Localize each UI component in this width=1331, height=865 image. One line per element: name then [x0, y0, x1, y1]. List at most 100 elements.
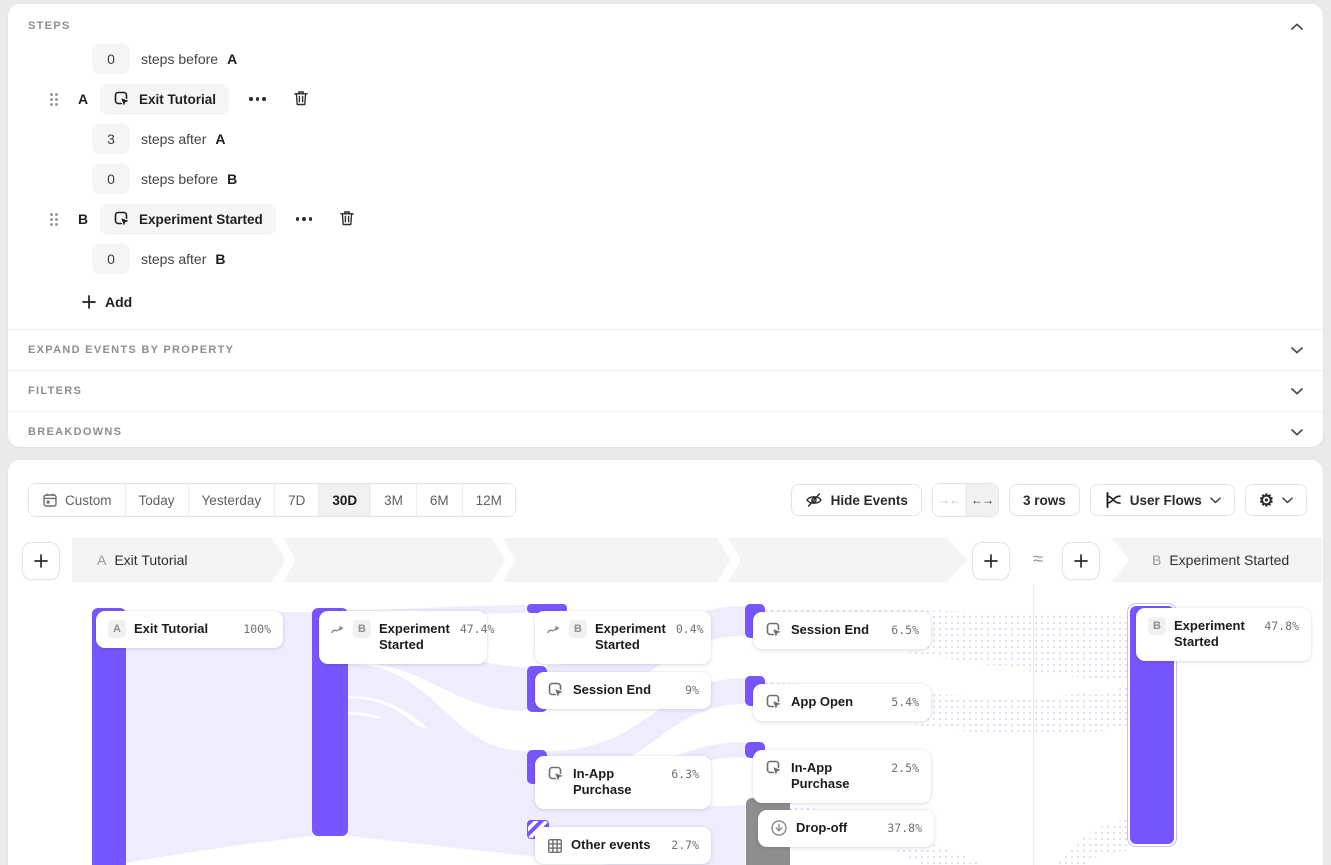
flow-node-percent: 2.5%	[891, 761, 919, 775]
date-7d-button[interactable]: 7D	[275, 484, 319, 516]
drag-handle-icon[interactable]	[50, 93, 58, 106]
flow-node-percent: 0.4%	[676, 622, 704, 636]
step-a-event-name: Exit Tutorial	[139, 92, 216, 107]
chevron-down-icon[interactable]	[1291, 388, 1303, 395]
add-step-button[interactable]: Add	[82, 290, 162, 314]
event-icon	[765, 759, 783, 777]
step-a-row: A Exit Tutorial	[50, 84, 1303, 114]
step-a-letter: A	[76, 91, 90, 107]
steps-before-b-row: 0 steps before B	[92, 164, 1303, 194]
trash-icon	[292, 89, 310, 107]
flow-node-exit-tutorial[interactable]: A Exit Tutorial 100%	[96, 611, 283, 648]
band-step-letter: A	[97, 552, 106, 568]
step-b-header-band[interactable]: B Experiment Started	[1110, 538, 1322, 582]
steps-title: STEPS	[28, 20, 71, 32]
step-a-more-button[interactable]	[245, 93, 270, 105]
rows-button[interactable]: 3 rows	[1009, 484, 1080, 516]
step-letter: A	[215, 131, 225, 147]
view-selector-button[interactable]: User Flows	[1090, 484, 1235, 516]
add-column-start-button[interactable]	[22, 542, 60, 580]
section-label: FILTERS	[28, 385, 82, 397]
step-b-delete-button[interactable]	[336, 207, 358, 232]
step-badge: A	[108, 620, 126, 638]
plus-icon	[82, 295, 96, 309]
flow-node-percent: 100%	[243, 622, 271, 636]
flow-node-experiment-started-04[interactable]: B Experiment Started 0.4%	[535, 611, 711, 664]
add-column-middle-button[interactable]	[972, 542, 1010, 580]
flow-node-experiment-started-474[interactable]: B Experiment Started 47.4%	[319, 611, 487, 664]
flow-node-session-end-9[interactable]: Session End 9%	[535, 672, 711, 709]
chevron-up-icon[interactable]	[1291, 23, 1303, 30]
trash-icon	[338, 209, 356, 227]
flow-node-name: Session End	[791, 622, 881, 638]
step-b-event-button[interactable]: Experiment Started	[100, 204, 276, 235]
chevron-down-icon[interactable]	[1291, 429, 1303, 436]
calendar-icon	[42, 492, 58, 508]
steps-section-header[interactable]: STEPS	[28, 16, 1303, 36]
flow-node-drop-off[interactable]: Drop-off 37.8%	[758, 810, 934, 847]
date-yesterday-button[interactable]: Yesterday	[189, 484, 276, 516]
date-today-button[interactable]: Today	[126, 484, 189, 516]
flow-node-in-app-purchase-63[interactable]: In-App Purchase 6.3%	[535, 756, 711, 809]
flow-node-experiment-started-478[interactable]: B Experiment Started 47.8%	[1136, 608, 1311, 661]
drag-handle-icon[interactable]	[50, 213, 58, 226]
gear-icon: ⚙	[1259, 492, 1274, 509]
flow-node-name: Exit Tutorial	[134, 621, 233, 637]
flow-node-session-end-65[interactable]: Session End 6.5%	[753, 612, 931, 649]
flow-node-other-events[interactable]: Other events 2.7%	[535, 827, 711, 864]
step-b-more-button[interactable]	[292, 213, 317, 225]
flow-node-percent: 9%	[685, 683, 699, 697]
date-30d-button[interactable]: 30D	[319, 484, 371, 516]
step-b-event-name: Experiment Started	[139, 212, 263, 227]
date-6m-button[interactable]: 6M	[417, 484, 463, 516]
flow-node-percent: 6.3%	[671, 767, 699, 781]
settings-button[interactable]: ⚙	[1245, 484, 1307, 516]
steps-after-b-row: 0 steps after B	[92, 244, 1303, 274]
steps-before-b-input[interactable]: 0	[92, 164, 130, 194]
event-icon	[113, 90, 131, 108]
section-breakdowns[interactable]: BREAKDOWNS	[8, 411, 1323, 452]
steps-after-b-input[interactable]: 0	[92, 244, 130, 274]
step-badge: B	[1148, 617, 1166, 635]
add-column-before-b-button[interactable]	[1062, 542, 1100, 580]
flow-node-in-app-purchase-25[interactable]: In-App Purchase 2.5%	[753, 750, 931, 803]
section-filters[interactable]: FILTERS	[8, 370, 1323, 411]
step-badge: B	[569, 620, 587, 638]
step-a-header-band[interactable]: A Exit Tutorial	[72, 538, 967, 582]
date-12m-button[interactable]: 12M	[463, 484, 515, 516]
flow-node-name: In-App Purchase	[791, 760, 881, 793]
step-a-delete-button[interactable]	[290, 87, 312, 112]
steps-after-a-row: 3 steps after A	[92, 124, 1303, 154]
steps-before-a-input[interactable]: 0	[92, 44, 130, 74]
expand-columns-button[interactable]: ←→	[966, 484, 998, 516]
plus-icon	[34, 554, 48, 568]
section-label: BREAKDOWNS	[28, 426, 122, 438]
section-expand-events-by-property[interactable]: EXPAND EVENTS BY PROPERTY	[8, 329, 1323, 370]
step-badge: B	[353, 620, 371, 638]
chevron-down-icon[interactable]	[1291, 347, 1303, 354]
flow-node-percent: 5.4%	[891, 695, 919, 709]
step-letter: B	[215, 251, 225, 267]
date-custom-button[interactable]: Custom	[29, 484, 126, 516]
event-icon	[765, 693, 783, 711]
steps-before-a-label: steps before	[141, 51, 218, 67]
indirect-flow-icon	[547, 623, 561, 635]
step-a-event-button[interactable]: Exit Tutorial	[100, 84, 229, 115]
date-3m-button[interactable]: 3M	[371, 484, 417, 516]
steps-before-a-row: 0 steps before A	[92, 44, 1303, 74]
band-step-letter: B	[1152, 552, 1161, 568]
flow-node-percent: 2.7%	[671, 838, 699, 852]
user-flows-report: STEPS 0 steps before A A Exit Tutorial	[0, 0, 1331, 865]
flows-icon	[1104, 491, 1122, 509]
flow-node-name: App Open	[791, 694, 881, 710]
indirect-flow-icon	[331, 623, 345, 635]
steps-after-a-input[interactable]: 3	[92, 124, 130, 154]
add-step-label: Add	[105, 294, 132, 310]
hide-events-button[interactable]: Hide Events	[791, 484, 922, 516]
step-letter: B	[227, 171, 237, 187]
flow-node-name: Drop-off	[796, 820, 877, 836]
collapse-columns-button[interactable]: →←	[933, 484, 966, 516]
flow-node-name: Other events	[571, 837, 661, 853]
plus-icon	[1074, 554, 1088, 568]
flow-node-app-open[interactable]: App Open 5.4%	[753, 684, 931, 721]
